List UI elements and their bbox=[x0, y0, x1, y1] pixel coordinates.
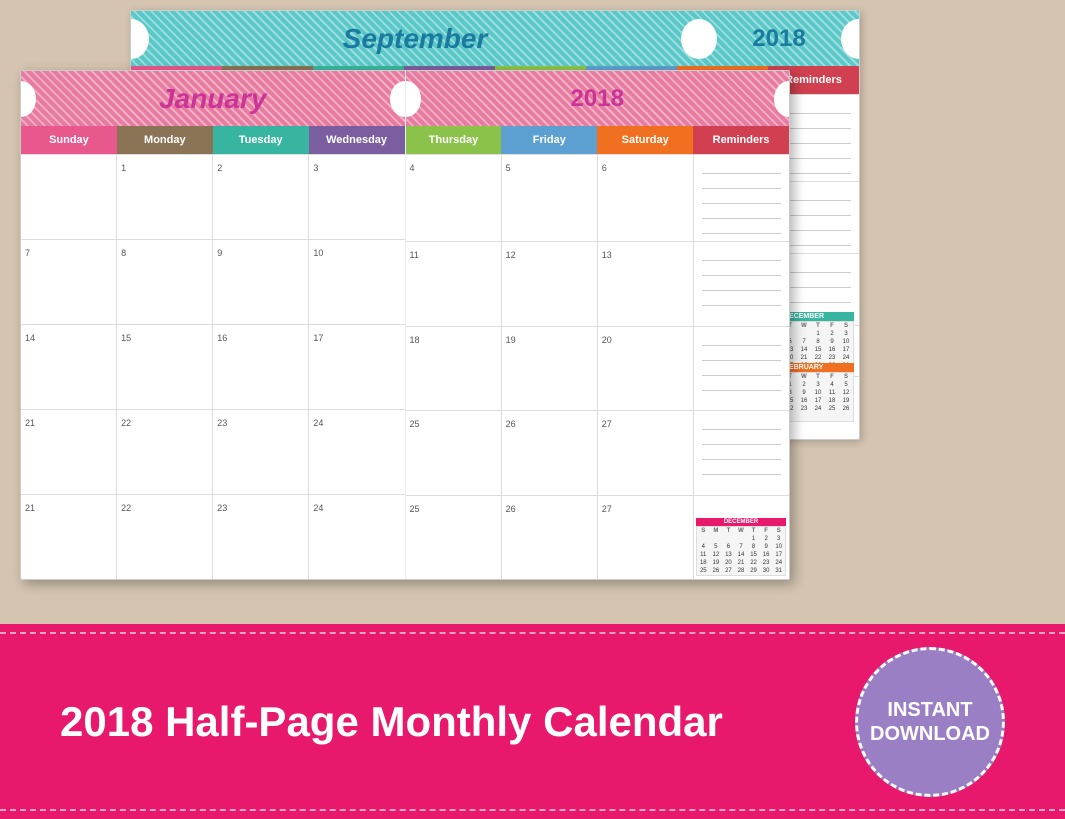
janr-r5c1: 25 bbox=[406, 496, 502, 580]
jan-r1c4: 3 bbox=[309, 155, 404, 239]
jan-r3c3: 16 bbox=[213, 325, 309, 409]
janr-r3c2: 19 bbox=[502, 327, 598, 411]
janr-r4c1: 25 bbox=[406, 411, 502, 495]
september-month-title: September bbox=[343, 23, 488, 55]
main-container: September 2018 Sunday Monday Tuesday Wed… bbox=[0, 0, 1065, 819]
bottom-banner: 2018 Half-Page Monthly Calendar INSTANT … bbox=[0, 624, 1065, 819]
jan-r5c2: 22 bbox=[117, 495, 213, 579]
janr-r2c3: 13 bbox=[598, 242, 694, 326]
january-month-title: January bbox=[159, 83, 266, 115]
jan-year-title: 2018 bbox=[571, 85, 624, 113]
jan-r1c2: 1 bbox=[117, 155, 213, 239]
jan-day-monday: Monday bbox=[117, 126, 213, 154]
badge-line2: DOWNLOAD bbox=[870, 722, 990, 746]
janr-reminder-r1 bbox=[694, 155, 789, 241]
jan-r1c3: 2 bbox=[213, 155, 309, 239]
jan-r2c1: 7 bbox=[21, 240, 117, 324]
jan-r3c1: 14 bbox=[21, 325, 117, 409]
jan-day-friday: Friday bbox=[501, 126, 597, 154]
janr-reminder-r2 bbox=[694, 242, 789, 326]
janr-r3c3: 20 bbox=[598, 327, 694, 411]
instant-download-badge: INSTANT DOWNLOAD bbox=[855, 647, 1005, 797]
jan-r5c1: 21 bbox=[21, 495, 117, 579]
jan-r4c4: 24 bbox=[309, 410, 404, 494]
jan-r2c3: 9 bbox=[213, 240, 309, 324]
janr-reminder-r3 bbox=[694, 327, 789, 411]
jan-r1c1 bbox=[21, 155, 117, 239]
jan-day-tuesday: Tuesday bbox=[213, 126, 309, 154]
jan-day-sunday: Sunday bbox=[21, 126, 117, 154]
janr-r3c1: 18 bbox=[406, 327, 502, 411]
janr-r5c2: 26 bbox=[502, 496, 598, 580]
janr-r1c3: 6 bbox=[598, 155, 694, 241]
jan-r3c2: 15 bbox=[117, 325, 213, 409]
jan-day-reminders: Reminders bbox=[693, 126, 789, 154]
jan-day-saturday: Saturday bbox=[597, 126, 693, 154]
janr-r5c3: 27 bbox=[598, 496, 694, 580]
jan-r4c1: 21 bbox=[21, 410, 117, 494]
janr-r2c1: 11 bbox=[406, 242, 502, 326]
jan-day-wednesday: Wednesday bbox=[309, 126, 405, 154]
jan-r4c2: 22 bbox=[117, 410, 213, 494]
jan-r5c4: 24 bbox=[309, 495, 404, 579]
janr-r4c2: 26 bbox=[502, 411, 598, 495]
janr-r1c1: 4 bbox=[406, 155, 502, 241]
jan-r5c3: 23 bbox=[213, 495, 309, 579]
jan-r2c4: 10 bbox=[309, 240, 404, 324]
janr-reminder-r5: DECEMBER SM TW TF S 12 3 456 bbox=[694, 496, 789, 580]
janr-r1c2: 5 bbox=[502, 155, 598, 241]
badge-line1: INSTANT bbox=[887, 698, 972, 722]
janr-r2c2: 12 bbox=[502, 242, 598, 326]
banner-title: 2018 Half-Page Monthly Calendar bbox=[60, 698, 855, 746]
calendar-january: January Sunday Monday Tuesday Wednesday … bbox=[20, 70, 790, 580]
jan-r2c2: 8 bbox=[117, 240, 213, 324]
janr-reminder-r4 bbox=[694, 411, 789, 495]
jan-r4c3: 23 bbox=[213, 410, 309, 494]
jan-day-thursday: Thursday bbox=[406, 126, 502, 154]
jan-r3c4: 17 bbox=[309, 325, 404, 409]
janr-r4c3: 27 bbox=[598, 411, 694, 495]
september-year-title: 2018 bbox=[752, 25, 805, 53]
